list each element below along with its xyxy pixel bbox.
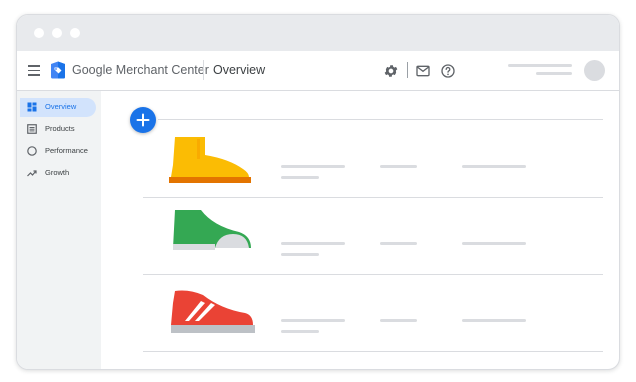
- avatar[interactable]: [584, 60, 605, 81]
- product-subtitle-placeholder: [281, 176, 319, 179]
- product-price-placeholder: [462, 242, 526, 245]
- products-icon: [27, 124, 37, 134]
- green-sneaker-image: [173, 210, 251, 250]
- account-email-placeholder: [536, 72, 572, 75]
- product-price-placeholder: [462, 165, 526, 168]
- product-title-placeholder: [281, 319, 345, 322]
- mail-icon[interactable]: [415, 63, 431, 79]
- sidebar-item-products[interactable]: Products: [20, 120, 96, 139]
- window-maximize-dot[interactable]: [70, 28, 80, 38]
- window-minimize-dot[interactable]: [52, 28, 62, 38]
- product-status-placeholder: [380, 242, 417, 245]
- header-icon-divider: [407, 62, 408, 78]
- help-icon[interactable]: [440, 63, 456, 79]
- overview-icon: [27, 102, 37, 112]
- hamburger-icon[interactable]: [28, 65, 40, 76]
- product-title-placeholder: [281, 165, 345, 168]
- sidebar: Overview Products Performance Growth: [17, 91, 101, 369]
- list-item[interactable]: [101, 198, 619, 274]
- list-item[interactable]: [101, 275, 619, 351]
- app-header: Google Merchant Center Overview: [17, 51, 619, 91]
- sidebar-item-growth[interactable]: Growth: [20, 164, 96, 183]
- product-subtitle-placeholder: [281, 253, 319, 256]
- browser-window: Google Merchant Center Overview Overview…: [16, 14, 620, 370]
- sidebar-item-label: Overview: [45, 102, 77, 111]
- sidebar-item-performance[interactable]: Performance: [20, 142, 96, 161]
- gear-icon[interactable]: [383, 63, 399, 79]
- sidebar-item-label: Growth: [45, 168, 70, 177]
- page-title: Overview: [213, 63, 266, 77]
- product-price-placeholder: [462, 319, 526, 322]
- list-item[interactable]: [101, 121, 619, 197]
- sidebar-item-label: Products: [45, 124, 75, 133]
- window-close-dot[interactable]: [34, 28, 44, 38]
- yellow-boot-image: [169, 137, 251, 183]
- performance-icon: [27, 146, 37, 156]
- merchant-center-logo: [51, 61, 65, 79]
- header-divider: [203, 60, 204, 80]
- account-name-placeholder: [508, 64, 572, 67]
- sidebar-item-label: Performance: [45, 146, 88, 155]
- product-status-placeholder: [380, 319, 417, 322]
- growth-icon: [27, 170, 37, 177]
- main-content: [101, 91, 619, 369]
- sidebar-item-overview[interactable]: Overview: [20, 98, 96, 117]
- row-divider: [143, 351, 603, 352]
- red-high-top-sneaker-image: [171, 290, 255, 333]
- app-brand-title[interactable]: Google Merchant Center: [72, 63, 209, 77]
- product-status-placeholder: [380, 165, 417, 168]
- product-subtitle-placeholder: [281, 330, 319, 333]
- product-title-placeholder: [281, 242, 345, 245]
- window-titlebar: [17, 15, 619, 51]
- list-header-divider: [158, 119, 603, 120]
